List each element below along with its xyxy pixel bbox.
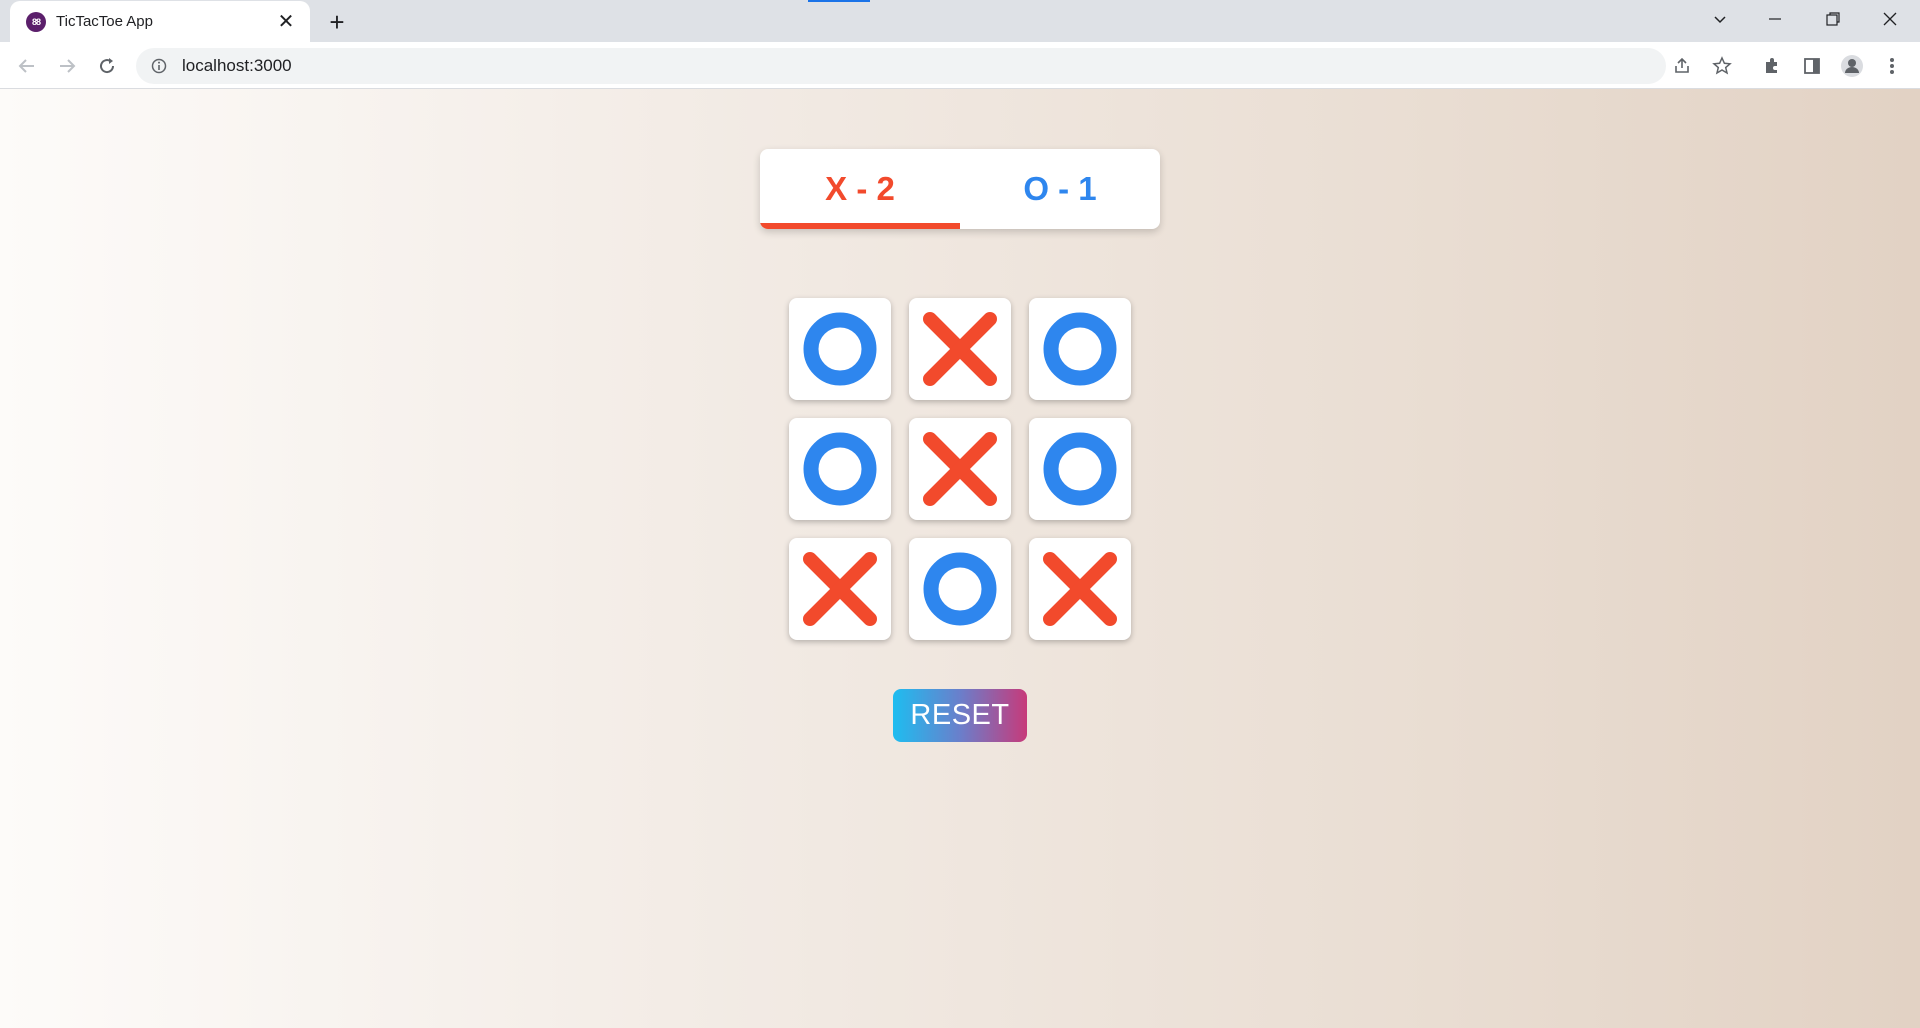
x-mark-icon (923, 432, 997, 506)
o-mark-icon (803, 432, 877, 506)
tab-indicator (808, 0, 870, 2)
board-cell[interactable] (789, 538, 891, 640)
board-cell[interactable] (1029, 538, 1131, 640)
reload-icon[interactable] (91, 50, 123, 82)
profile-avatar-icon[interactable] (1836, 50, 1868, 82)
board-cell[interactable] (909, 298, 1011, 400)
address-bar[interactable]: localhost:3000 (136, 48, 1666, 84)
board-cell[interactable] (1029, 298, 1131, 400)
o-mark-icon (1043, 312, 1117, 386)
site-info-icon[interactable] (150, 57, 168, 75)
favicon-glyph: 88 (31, 16, 41, 27)
side-panel-icon[interactable] (1796, 50, 1828, 82)
board-cell[interactable] (909, 538, 1011, 640)
score-x: X - 2 (760, 149, 960, 229)
new-tab-button[interactable]: + (322, 7, 352, 37)
bookmark-star-icon[interactable] (1706, 50, 1738, 82)
x-mark-icon (923, 312, 997, 386)
board-cell[interactable] (909, 418, 1011, 520)
close-window-icon[interactable] (1872, 4, 1908, 34)
tab-title: TicTacToe App (56, 13, 153, 30)
app-page: X - 2 O - 1 RESET (0, 89, 1920, 1028)
tab-search-icon[interactable] (1702, 4, 1738, 34)
url-text: localhost:3000 (182, 56, 292, 75)
extensions-icon[interactable] (1756, 50, 1788, 82)
o-mark-icon (923, 552, 997, 626)
board-cell[interactable] (789, 418, 891, 520)
o-mark-icon (1043, 432, 1117, 506)
browser-toolbar: localhost:3000 (0, 42, 1920, 89)
minimize-icon[interactable] (1757, 4, 1793, 34)
app-favicon-icon: 88 (26, 11, 46, 32)
close-tab-icon[interactable]: ✕ (274, 10, 298, 34)
scoreboard: X - 2 O - 1 (760, 149, 1160, 229)
reset-button[interactable]: RESET (893, 689, 1027, 742)
restore-icon[interactable] (1815, 4, 1851, 34)
x-mark-icon (803, 552, 877, 626)
x-mark-icon (1043, 552, 1117, 626)
browser-tab[interactable]: 88 TicTacToe App ✕ (10, 1, 310, 42)
o-mark-icon (803, 312, 877, 386)
tab-strip: 88 TicTacToe App ✕ + (0, 0, 1920, 42)
score-o: O - 1 (1023, 170, 1097, 207)
share-icon[interactable] (1666, 50, 1698, 82)
forward-icon[interactable] (51, 50, 83, 82)
back-icon[interactable] (11, 50, 43, 82)
menu-kebab-icon[interactable] (1876, 50, 1908, 82)
game-board (789, 298, 1131, 640)
board-cell[interactable] (789, 298, 891, 400)
board-cell[interactable] (1029, 418, 1131, 520)
